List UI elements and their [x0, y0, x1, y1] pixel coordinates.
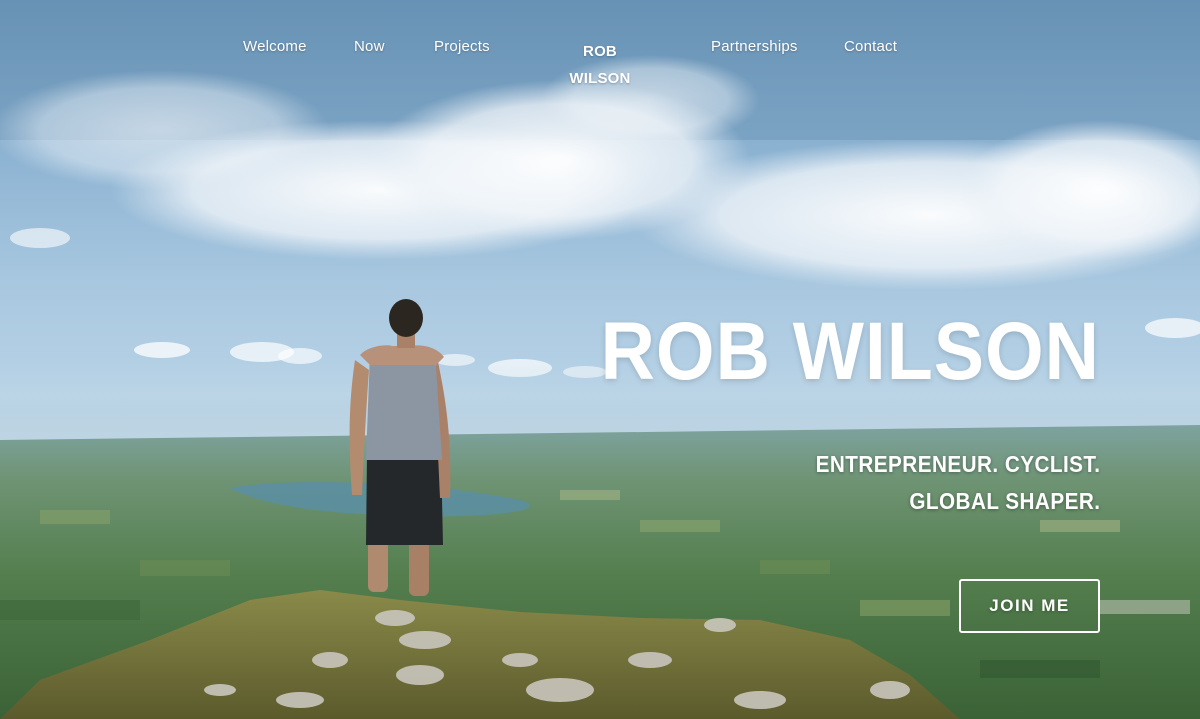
- nav-item-now[interactable]: Now: [354, 38, 385, 55]
- site-logo[interactable]: ROB WILSON: [540, 38, 660, 92]
- hero-title: ROB WILSON: [600, 306, 1100, 397]
- logo-line-1: ROB: [583, 43, 617, 60]
- hero-section: Welcome Now Projects ROB WILSON Partners…: [0, 0, 1200, 719]
- nav-item-projects[interactable]: Projects: [434, 38, 490, 55]
- nav-item-contact[interactable]: Contact: [844, 38, 897, 55]
- hero-tagline: ENTREPRENEUR. CYCLIST. GLOBAL SHAPER.: [815, 446, 1100, 520]
- logo-line-2: WILSON: [569, 70, 631, 87]
- join-me-button[interactable]: JOIN ME: [959, 579, 1100, 633]
- tagline-line-1: ENTREPRENEUR. CYCLIST.: [815, 451, 1100, 477]
- main-navigation: Welcome Now Projects ROB WILSON Partners…: [0, 0, 1200, 96]
- nav-item-partnerships[interactable]: Partnerships: [711, 38, 798, 55]
- tagline-line-2: GLOBAL SHAPER.: [908, 488, 1100, 514]
- nav-item-welcome[interactable]: Welcome: [243, 38, 307, 55]
